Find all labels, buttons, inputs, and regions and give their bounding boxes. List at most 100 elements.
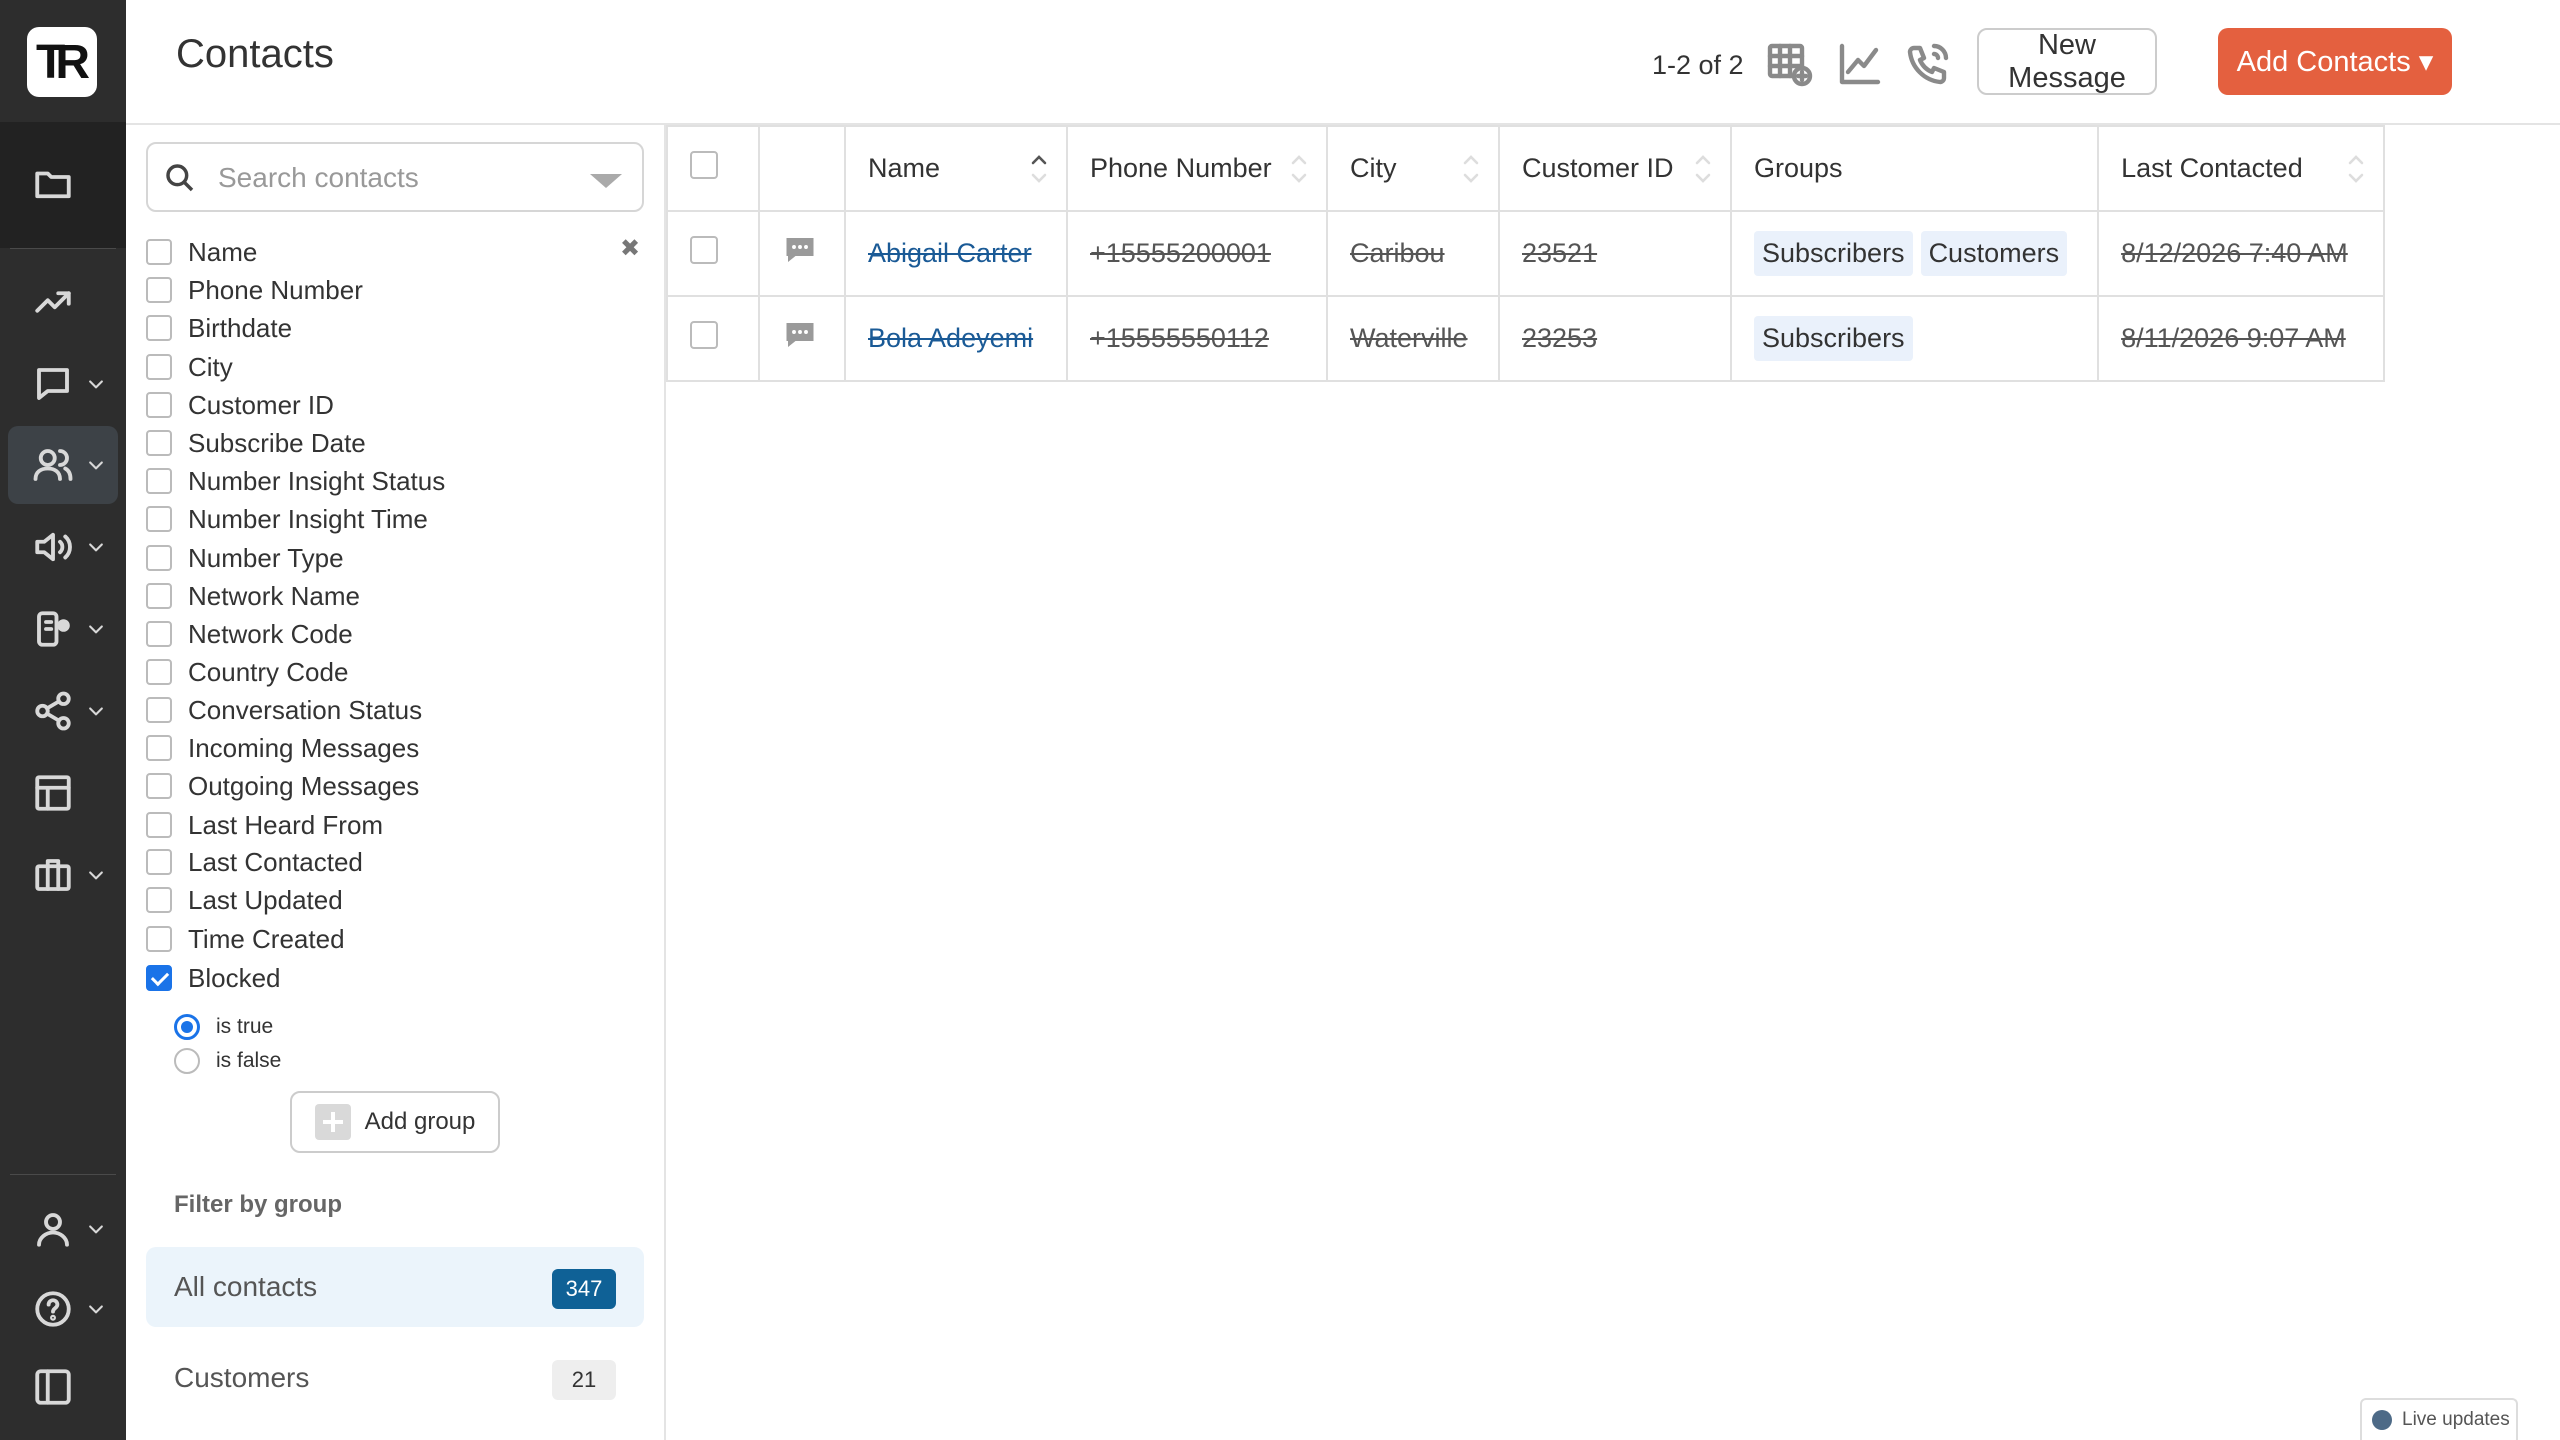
column-header-last-contacted[interactable]: Last Contacted [2097,125,2386,212]
sort-icon[interactable] [1694,151,1712,187]
filter-field-last-updated[interactable]: Last Updated [146,883,343,917]
radio-unselected[interactable] [174,1048,200,1074]
filter-field-network-code[interactable]: Network Code [146,617,353,651]
sidebar-item-help[interactable] [8,1270,118,1348]
sidebar-item-conversations[interactable] [8,345,118,423]
group-item-all-contacts[interactable]: All contacts 347 [146,1247,644,1327]
contact-name-link[interactable]: Abigail Carter [868,238,1032,268]
blocked-is-true-radio[interactable]: is true [174,1012,273,1042]
blocked-is-false-radio[interactable]: is false [174,1046,281,1076]
radio-selected[interactable] [174,1014,200,1040]
message-icon[interactable] [782,238,818,274]
column-header-name[interactable]: Name [844,125,1068,212]
filter-checkbox[interactable] [146,887,172,913]
search-dropdown-icon[interactable] [590,174,622,188]
table-row[interactable]: Abigail Carter +15555200001 Caribou 2352… [666,210,2386,297]
filter-checkbox[interactable] [146,965,172,991]
filter-field-country-code[interactable]: Country Code [146,655,348,689]
filter-field-label: Incoming Messages [188,732,420,763]
filter-checkbox[interactable] [146,697,172,723]
sidebar-item-account[interactable] [8,1190,118,1268]
contact-name-link[interactable]: Bola Adeyemi [868,323,1033,353]
sort-icon[interactable] [1462,151,1480,187]
call-button[interactable] [1904,40,1952,88]
filter-checkbox[interactable] [146,468,172,494]
filter-panel: ✖ Name Phone Number Birthdate City Customer … [126,125,666,1440]
add-contacts-button[interactable]: Add Contacts ▾ [2218,28,2452,95]
sidebar-item-analytics[interactable] [8,263,118,341]
clear-filters-icon[interactable]: ✖ [620,234,640,263]
filter-field-time-created[interactable]: Time Created [146,922,345,956]
filter-field-conversation-status[interactable]: Conversation Status [146,693,422,727]
sidebar-item-automation[interactable] [8,590,118,668]
search-box [146,142,644,212]
column-header-city[interactable]: City [1326,125,1500,212]
sidebar-item-business[interactable] [8,836,118,914]
sidebar-item-integrations[interactable] [8,672,118,750]
filter-field-label: Country Code [188,656,349,687]
app-logo[interactable]: TR [27,27,97,97]
new-message-button[interactable]: New Message [1977,28,2157,95]
search-input[interactable] [218,156,578,200]
filter-field-label: Birthdate [188,312,293,343]
filter-field-last-contacted[interactable]: Last Contacted [146,845,363,879]
sort-icon[interactable] [1290,151,1308,187]
filter-field-number-insight-time[interactable]: Number Insight Time [146,502,428,536]
filter-field-label: Phone Number [188,274,363,305]
table-row[interactable]: Bola Adeyemi +15555550112 Waterville 232… [666,295,2386,382]
filter-field-number-insight-status[interactable]: Number Insight Status [146,464,445,498]
column-header-customer-id[interactable]: Customer ID [1498,125,1732,212]
live-updates-indicator[interactable]: Live updates [2360,1398,2518,1440]
filter-checkbox[interactable] [146,506,172,532]
sidebar-item-tables[interactable] [8,754,118,832]
filter-checkbox[interactable] [146,392,172,418]
group-item-customers[interactable]: Customers 21 [146,1338,644,1418]
filter-checkbox[interactable] [146,277,172,303]
filter-field-phone-number[interactable]: Phone Number [146,273,363,307]
filter-checkbox[interactable] [146,239,172,265]
sidebar-item-files[interactable] [8,145,118,223]
trending-icon [35,291,71,313]
filter-field-name[interactable]: Name [146,235,257,269]
filter-field-subscribe-date[interactable]: Subscribe Date [146,426,366,460]
filter-checkbox[interactable] [146,735,172,761]
column-header-phone[interactable]: Phone Number [1066,125,1328,212]
filter-field-label: Blocked [188,962,281,993]
filter-field-birthdate[interactable]: Birthdate [146,311,292,345]
filter-field-incoming-messages[interactable]: Incoming Messages [146,731,419,765]
filter-checkbox[interactable] [146,583,172,609]
filter-checkbox[interactable] [146,773,172,799]
filter-checkbox[interactable] [146,545,172,571]
sidebar-toggle-button[interactable] [8,1348,118,1426]
add-group-button[interactable]: Add group [290,1091,500,1153]
sort-icon[interactable] [2347,151,2365,187]
filter-checkbox[interactable] [146,812,172,838]
filter-field-blocked[interactable]: Blocked [146,961,281,995]
analytics-button[interactable] [1836,40,1884,88]
status-dot-icon [2372,1410,2392,1430]
filter-checkbox[interactable] [146,659,172,685]
sort-ascending-icon[interactable] [1030,151,1048,187]
sidebar-item-campaigns[interactable] [8,508,118,586]
filter-field-network-name[interactable]: Network Name [146,579,360,613]
filter-field-last-heard-from[interactable]: Last Heard From [146,808,383,842]
filter-checkbox[interactable] [146,354,172,380]
filter-field-customer-id[interactable]: Customer ID [146,388,334,422]
sidebar-item-contacts[interactable] [8,426,118,504]
filter-field-outgoing-messages[interactable]: Outgoing Messages [146,769,419,803]
filter-checkbox[interactable] [146,926,172,952]
filter-checkbox[interactable] [146,315,172,341]
row-checkbox[interactable] [690,236,718,264]
filter-checkbox[interactable] [146,621,172,647]
row-checkbox[interactable] [690,321,718,349]
filter-field-city[interactable]: City [146,350,233,384]
filter-checkbox[interactable] [146,430,172,456]
message-icon[interactable] [782,323,818,359]
radio-label: is false [216,1049,282,1072]
filter-field-number-type[interactable]: Number Type [146,541,344,575]
page-title: Contacts [176,32,334,76]
filter-checkbox[interactable] [146,849,172,875]
row-select-cell [666,295,760,382]
add-column-button[interactable] [1766,40,1814,88]
select-all-checkbox[interactable] [690,151,718,179]
